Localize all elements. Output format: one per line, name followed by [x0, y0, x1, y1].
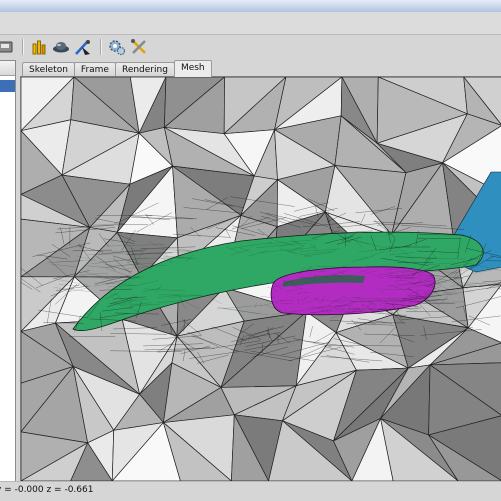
bars-icon[interactable]	[30, 38, 48, 56]
tab-frame[interactable]: Frame	[74, 62, 116, 77]
tree-selected-item[interactable]	[0, 80, 15, 92]
tab-mesh[interactable]: Mesh	[174, 60, 212, 77]
toolbar-separator	[22, 39, 24, 55]
tab-bar: Skeleton Frame Rendering Mesh	[22, 60, 211, 76]
mesh-viewport[interactable]	[20, 76, 501, 482]
toolbar-separator	[100, 39, 102, 55]
status-coordinates: y = -0.000 z = -0.661	[0, 485, 93, 495]
toolbar	[0, 35, 501, 59]
hat-icon[interactable]	[52, 38, 70, 56]
menu-bar	[0, 12, 501, 35]
mesh-canvas[interactable]	[21, 77, 501, 481]
tab-skeleton[interactable]: Skeleton	[22, 62, 75, 77]
broom-icon[interactable]	[74, 38, 92, 56]
tab-rendering[interactable]: Rendering	[115, 62, 175, 77]
status-bar: y = -0.000 z = -0.661	[0, 481, 501, 501]
save-icon[interactable]	[0, 38, 14, 56]
tools-icon[interactable]	[130, 38, 148, 56]
tree-panel[interactable]	[0, 60, 16, 482]
tree-header	[0, 61, 15, 76]
gears-icon[interactable]	[108, 38, 126, 56]
